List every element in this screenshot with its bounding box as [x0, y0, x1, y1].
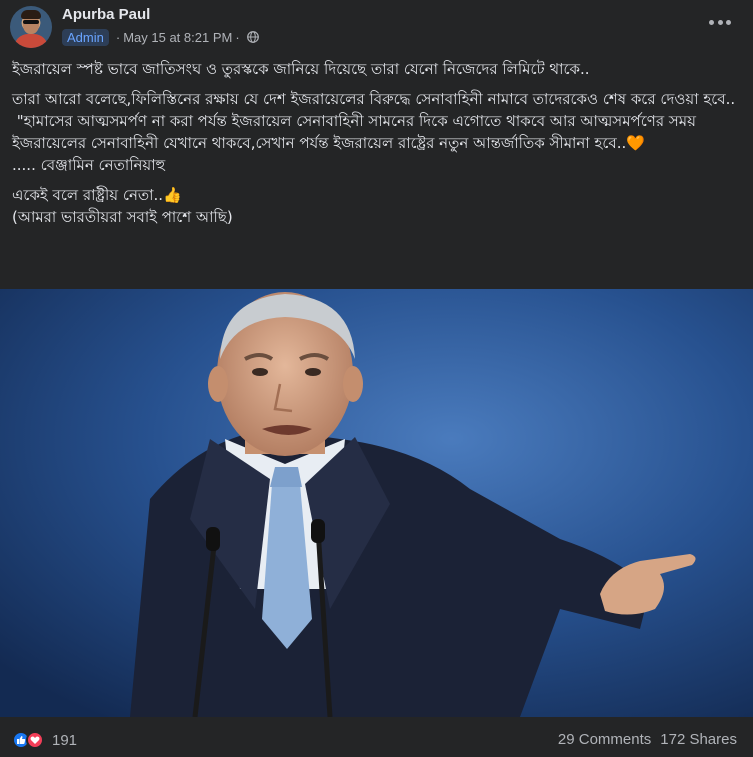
post-text-line: তারা আরো বলেছে,ফিলিস্তিনের রক্ষায় যে দে… — [12, 90, 736, 108]
post-footer: 191 29 Comments 172 Shares — [0, 717, 753, 757]
facebook-post: Apurba Paul Admin · May 15 at 8:21 PM · … — [0, 0, 753, 757]
meta-separator: · — [115, 29, 121, 45]
post-text: ইজরায়েল স্পষ্ট ভাবে জাতিসংঘ ও তুরস্ককে … — [12, 58, 742, 228]
post-text-line: (আমরা ভারতীয়রা সবাই পাশে আছি) — [12, 208, 233, 226]
author-avatar[interactable] — [10, 6, 52, 48]
post-text-line: ইজরায়েল স্পষ্ট ভাবে জাতিসংঘ ও তুরস্ককে … — [12, 60, 590, 78]
reaction-summary[interactable]: 191 — [12, 729, 77, 751]
post-text-line: একেই বলে রাষ্ট্রীয় নেতা..👍 — [12, 186, 182, 204]
comments-count[interactable]: 29 Comments — [558, 731, 651, 748]
post-meta: Admin · May 15 at 8:21 PM · — [62, 27, 259, 47]
more-options-icon[interactable] — [709, 16, 731, 28]
post-text-line: ..... বেঞ্জামিন নেতানিয়াহু — [12, 156, 166, 174]
post-stats: 29 Comments 172 Shares — [558, 731, 737, 748]
love-icon — [26, 731, 44, 749]
post-timestamp[interactable]: May 15 at 8:21 PM — [123, 30, 232, 45]
speaker-photo — [0, 289, 753, 717]
post-header: Apurba Paul Admin · May 15 at 8:21 PM · — [0, 0, 753, 56]
post-photo[interactable] — [0, 289, 753, 717]
reaction-count[interactable]: 191 — [52, 732, 77, 749]
admin-badge[interactable]: Admin — [62, 28, 109, 46]
globe-icon — [246, 31, 259, 43]
post-text-line: "হামাসের আত্মসমর্পণ না করা পর্যন্ত ইজরায… — [12, 112, 701, 152]
author-name[interactable]: Apurba Paul — [62, 6, 150, 23]
meta-separator: · — [235, 29, 240, 45]
shares-count[interactable]: 172 Shares — [660, 731, 737, 748]
